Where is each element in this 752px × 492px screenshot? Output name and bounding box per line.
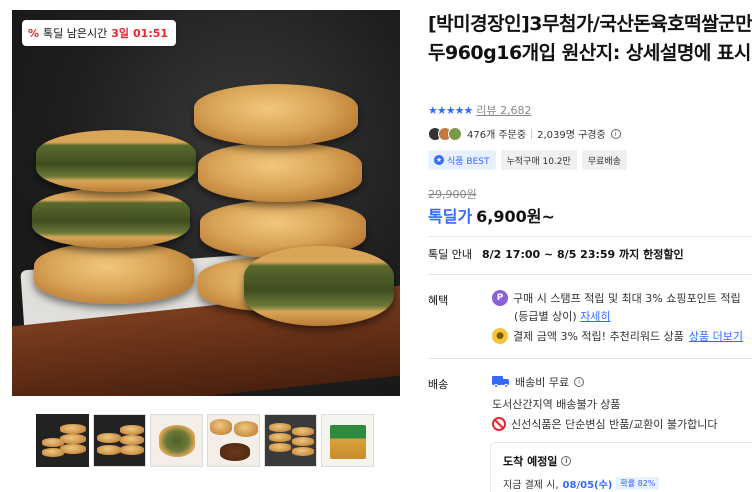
deal-info-row: 톡딜 안내 8/2 17:00 ~ 8/5 23:59 까지 한정할인 bbox=[428, 246, 684, 262]
timer-days: 3일 bbox=[111, 27, 130, 40]
divider bbox=[428, 274, 752, 275]
review-link[interactable]: 리뷰 2,682 bbox=[476, 102, 531, 118]
divider bbox=[531, 128, 533, 139]
more-products-link[interactable]: 상품 더보기 bbox=[689, 328, 743, 344]
info-icon[interactable]: i bbox=[561, 456, 572, 466]
fresh-notice-line: 신선식품은 단순변심 반품/교환이 불가합니다 bbox=[492, 416, 717, 432]
best-icon: ★ bbox=[434, 155, 444, 165]
deal-info-period: 8/2 17:00 ~ 8/5 23:59 까지 한정할인 bbox=[481, 248, 684, 261]
percent-icon: % bbox=[28, 26, 40, 40]
buyer-activity: 476개 주문중 2,039명 구경중 i bbox=[428, 126, 621, 141]
star-rating-icon: ★★★★★ bbox=[428, 103, 473, 117]
island-shipping-line: 도서산간지역 배송불가 상품 bbox=[492, 398, 621, 411]
dumpling-cut-image bbox=[244, 246, 394, 326]
benefit-details-link[interactable]: 자세히 bbox=[580, 310, 610, 323]
reward-icon: ● bbox=[492, 328, 508, 344]
price-row: 톡딜가 6,900원~ bbox=[428, 203, 555, 227]
dumpling-image bbox=[198, 142, 362, 202]
viewers-count: 2,039명 구경중 bbox=[537, 130, 606, 141]
product-title: [박미경장인]3무첨가/국산돈육호떡쌀군만두960g16개입 원산지: 상세설명… bbox=[428, 13, 752, 64]
free-shipping-badge: 무료배송 bbox=[581, 150, 627, 170]
info-icon[interactable]: i bbox=[574, 377, 585, 387]
benefit-stamp-line: P 구매 시 스탬프 적립 및 최대 3% 쇼핑포인트 적립 bbox=[492, 290, 741, 306]
arrival-sub: 지금 결제 시, 08/05(수) 확률 82% bbox=[503, 476, 747, 491]
divider bbox=[428, 358, 752, 359]
dumpling-cut-image bbox=[36, 130, 196, 192]
dumpling-image bbox=[194, 84, 358, 146]
benefits-label: 혜택 bbox=[428, 294, 449, 307]
arrival-title: 도착 예정일 i bbox=[503, 453, 747, 469]
arrival-date: 08/05(수) bbox=[562, 480, 613, 491]
timer-time: 01:51 bbox=[133, 26, 169, 40]
arrival-estimate-box: 도착 예정일 i 지금 결제 시, 08/05(수) 확률 82% bbox=[490, 442, 752, 492]
prohibited-icon bbox=[492, 417, 506, 431]
divider bbox=[428, 236, 752, 237]
deal-price: 6,900원~ bbox=[476, 207, 555, 226]
shipping-fee-line: 배송비 무료 i bbox=[492, 374, 585, 390]
probability-badge: 확률 82% bbox=[616, 477, 660, 490]
thumbnail-1[interactable] bbox=[36, 414, 89, 467]
benefit-stamp-sub: (등급별 상이) 자세히 bbox=[514, 310, 611, 323]
product-main-image bbox=[12, 10, 400, 396]
thumbnail-6[interactable] bbox=[321, 414, 374, 467]
thumbnail-2[interactable] bbox=[93, 414, 146, 467]
original-price: 29,900원 bbox=[428, 188, 477, 201]
thumbnail-5[interactable] bbox=[264, 414, 317, 467]
orders-count: 476개 주문중 bbox=[467, 130, 527, 141]
benefit-reward-line: ● 결제 금액 3% 적립! 추천리워드 상품 상품 더보기 bbox=[492, 328, 743, 344]
deal-price-label: 톡딜가 bbox=[428, 207, 473, 226]
shipping-label: 배송 bbox=[428, 378, 449, 391]
dumpling-image bbox=[34, 242, 194, 304]
product-badges: ★ 식품 BEST 누적구매 10.2만 무료배송 bbox=[428, 150, 627, 170]
buyer-avatars bbox=[428, 126, 462, 141]
rating-row: ★★★★★ 리뷰 2,682 bbox=[428, 102, 532, 118]
truck-icon bbox=[492, 376, 510, 388]
timer-prefix: 톡딜 남은시간 bbox=[43, 27, 108, 40]
thumbnail-strip bbox=[36, 414, 374, 467]
thumbnail-3[interactable] bbox=[150, 414, 203, 467]
thumbnail-4[interactable] bbox=[207, 414, 260, 467]
info-icon[interactable]: i bbox=[610, 128, 621, 139]
deal-timer-badge: % 톡딜 남은시간 3일 01:51 bbox=[22, 20, 177, 46]
avatar bbox=[448, 126, 462, 141]
deal-info-label: 톡딜 안내 bbox=[428, 248, 472, 261]
dumpling-cut-image bbox=[32, 188, 190, 248]
point-icon: P bbox=[492, 290, 508, 306]
cumulative-badge: 누적구매 10.2만 bbox=[500, 150, 577, 170]
best-badge[interactable]: ★ 식품 BEST bbox=[428, 150, 496, 170]
